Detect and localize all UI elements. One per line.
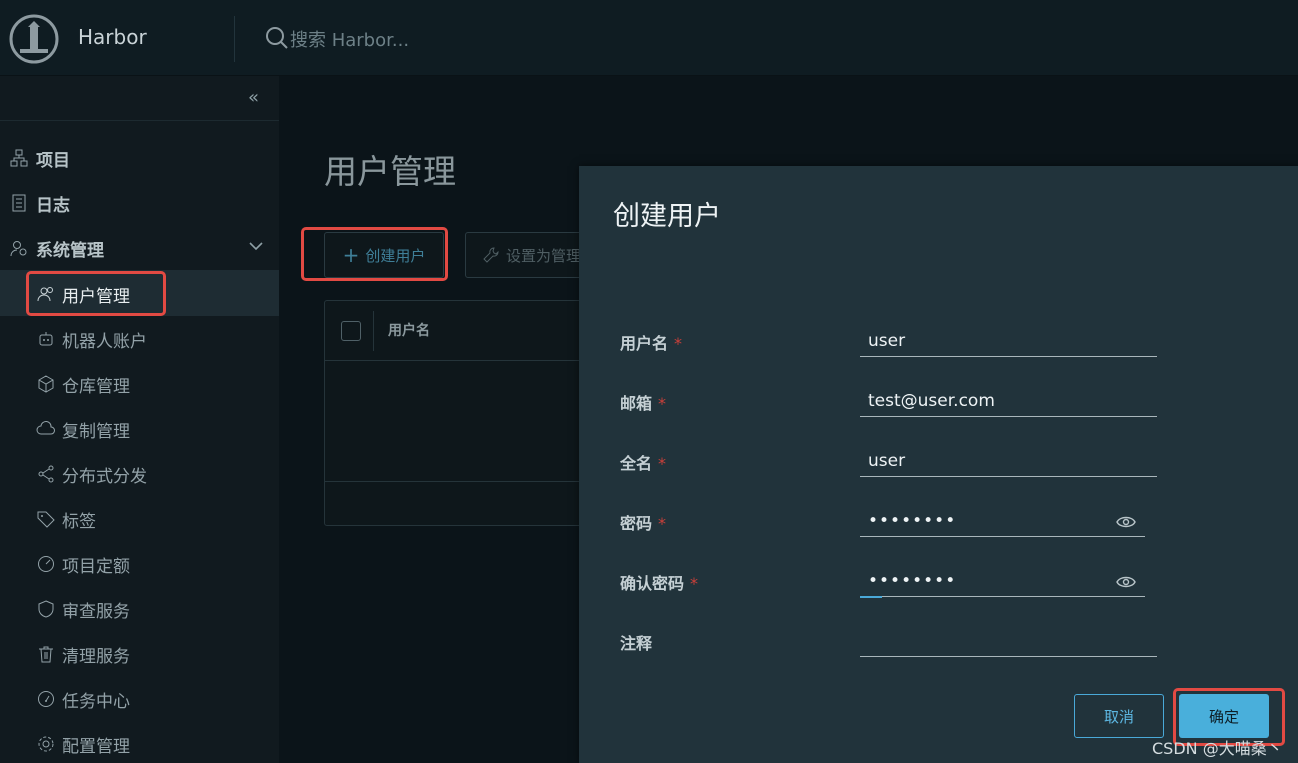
wrench-icon — [483, 247, 499, 263]
input-focus-indicator — [860, 596, 882, 598]
fullname-field[interactable]: user — [860, 447, 1157, 477]
search-icon[interactable] — [265, 26, 289, 50]
confirm-password-field[interactable]: •••••••• — [860, 567, 1145, 597]
sidebar-item-label: 项目定额 — [62, 556, 130, 577]
page-title: 用户管理 — [324, 152, 456, 191]
label-text: 邮箱 — [620, 394, 653, 413]
sidebar-item-labels[interactable]: 标签 — [36, 507, 96, 532]
sidebar-item-interrogation[interactable]: 审查服务 — [36, 597, 130, 622]
shield-icon — [38, 600, 54, 618]
quota-icon — [38, 556, 54, 572]
sidebar-item-label: 任务中心 — [62, 691, 130, 712]
sidebar-item-label: 日志 — [36, 195, 70, 216]
registry-icon — [38, 375, 54, 393]
sidebar-item-cleanup[interactable]: 清理服务 — [36, 642, 130, 667]
sidebar-item-label: 配置管理 — [62, 736, 130, 757]
label-text: 用户名 — [620, 334, 669, 353]
sidebar-item-label: 项目 — [36, 150, 70, 171]
fullname-label: 全名 * — [620, 450, 666, 474]
required-marker: * — [658, 394, 667, 413]
logs-icon — [12, 194, 26, 212]
top-header: Harbor 搜索 Harbor... — [0, 0, 1298, 76]
collapse-sidebar-icon[interactable]: « — [248, 88, 268, 108]
label-text: 确认密码 — [620, 574, 685, 593]
sidebar-item-projects[interactable]: 项目 — [10, 146, 70, 171]
gear-icon — [38, 736, 54, 752]
label-text: 密码 — [620, 514, 653, 533]
confirm-password-label: 确认密码 * — [620, 570, 698, 594]
users-table: 用户名 — [324, 300, 594, 526]
sidebar-item-label: 仓库管理 — [62, 376, 130, 397]
email-label: 邮箱 * — [620, 390, 666, 414]
show-confirm-password-icon[interactable] — [1116, 575, 1136, 589]
dialog-title: 创建用户 — [613, 201, 721, 232]
sidebar-item-job-service[interactable]: 任务中心 — [36, 687, 130, 712]
highlight-box-create — [301, 227, 448, 281]
table-footer-divider — [325, 481, 593, 482]
sidebar-item-label: 清理服务 — [62, 646, 130, 667]
watermark-text: CSDN @大喵桑丶 — [1152, 739, 1283, 758]
sidebar-item-replications[interactable]: 复制管理 — [36, 417, 130, 442]
sidebar-item-logs[interactable]: 日志 — [10, 191, 70, 216]
required-marker: * — [658, 514, 667, 533]
cancel-button[interactable]: 取消 — [1074, 694, 1164, 738]
email-field[interactable]: test@user.com — [860, 387, 1157, 417]
robot-icon — [39, 332, 53, 346]
share-icon — [38, 465, 54, 483]
harbor-logo-icon[interactable] — [8, 13, 60, 65]
required-marker: * — [690, 574, 699, 593]
tag-icon — [37, 511, 55, 528]
sidebar-item-label: 复制管理 — [62, 421, 130, 442]
sidebar-item-label: 系统管理 — [36, 240, 104, 261]
sidebar: « 项目 日志 系统管理 用户管理 机器人账户 仓库管理 复制管理 分布式分发 … — [0, 76, 279, 763]
required-marker: * — [658, 454, 667, 473]
sidebar-divider — [0, 120, 279, 121]
app-title[interactable]: Harbor — [78, 25, 147, 49]
label-text: 全名 — [620, 454, 653, 473]
admin-icon — [10, 241, 27, 257]
required-marker: * — [674, 334, 683, 353]
username-field[interactable]: user — [860, 327, 1157, 357]
replication-icon — [36, 420, 55, 435]
header-divider — [234, 16, 235, 62]
highlight-box-users — [26, 271, 166, 316]
select-all-checkbox[interactable] — [341, 321, 361, 341]
table-header: 用户名 — [325, 301, 593, 361]
sidebar-item-label: 机器人账户 — [62, 331, 147, 352]
sidebar-item-distributions[interactable]: 分布式分发 — [36, 462, 147, 487]
password-field[interactable]: •••••••• — [860, 507, 1145, 537]
comment-field[interactable] — [860, 627, 1157, 657]
projects-icon — [10, 149, 28, 167]
set-admin-label: 设置为管理 — [506, 246, 582, 265]
label-text: 注释 — [620, 634, 653, 653]
username-label: 用户名 * — [620, 330, 682, 354]
create-user-dialog: 创建用户 用户名 * user 邮箱 * test@user.com 全名 * use… — [579, 166, 1298, 763]
show-password-icon[interactable] — [1116, 515, 1136, 529]
sidebar-item-admin[interactable]: 系统管理 — [10, 236, 104, 261]
password-label: 密码 * — [620, 510, 666, 534]
dashboard-icon — [38, 691, 54, 707]
trash-icon — [39, 646, 53, 663]
comment-label: 注释 — [620, 630, 652, 654]
column-header-username[interactable]: 用户名 — [388, 320, 430, 340]
sidebar-item-quotas[interactable]: 项目定额 — [36, 552, 130, 577]
sidebar-item-label: 分布式分发 — [62, 466, 147, 487]
sidebar-item-registries[interactable]: 仓库管理 — [36, 372, 130, 397]
sidebar-item-configuration[interactable]: 配置管理 — [36, 732, 130, 757]
sidebar-item-label: 审查服务 — [62, 601, 130, 622]
column-separator — [373, 311, 374, 351]
search-input[interactable]: 搜索 Harbor... — [290, 26, 409, 52]
sidebar-item-label: 标签 — [62, 511, 96, 532]
chevron-down-icon[interactable] — [248, 238, 264, 254]
sidebar-item-robot-accounts[interactable]: 机器人账户 — [36, 327, 147, 352]
